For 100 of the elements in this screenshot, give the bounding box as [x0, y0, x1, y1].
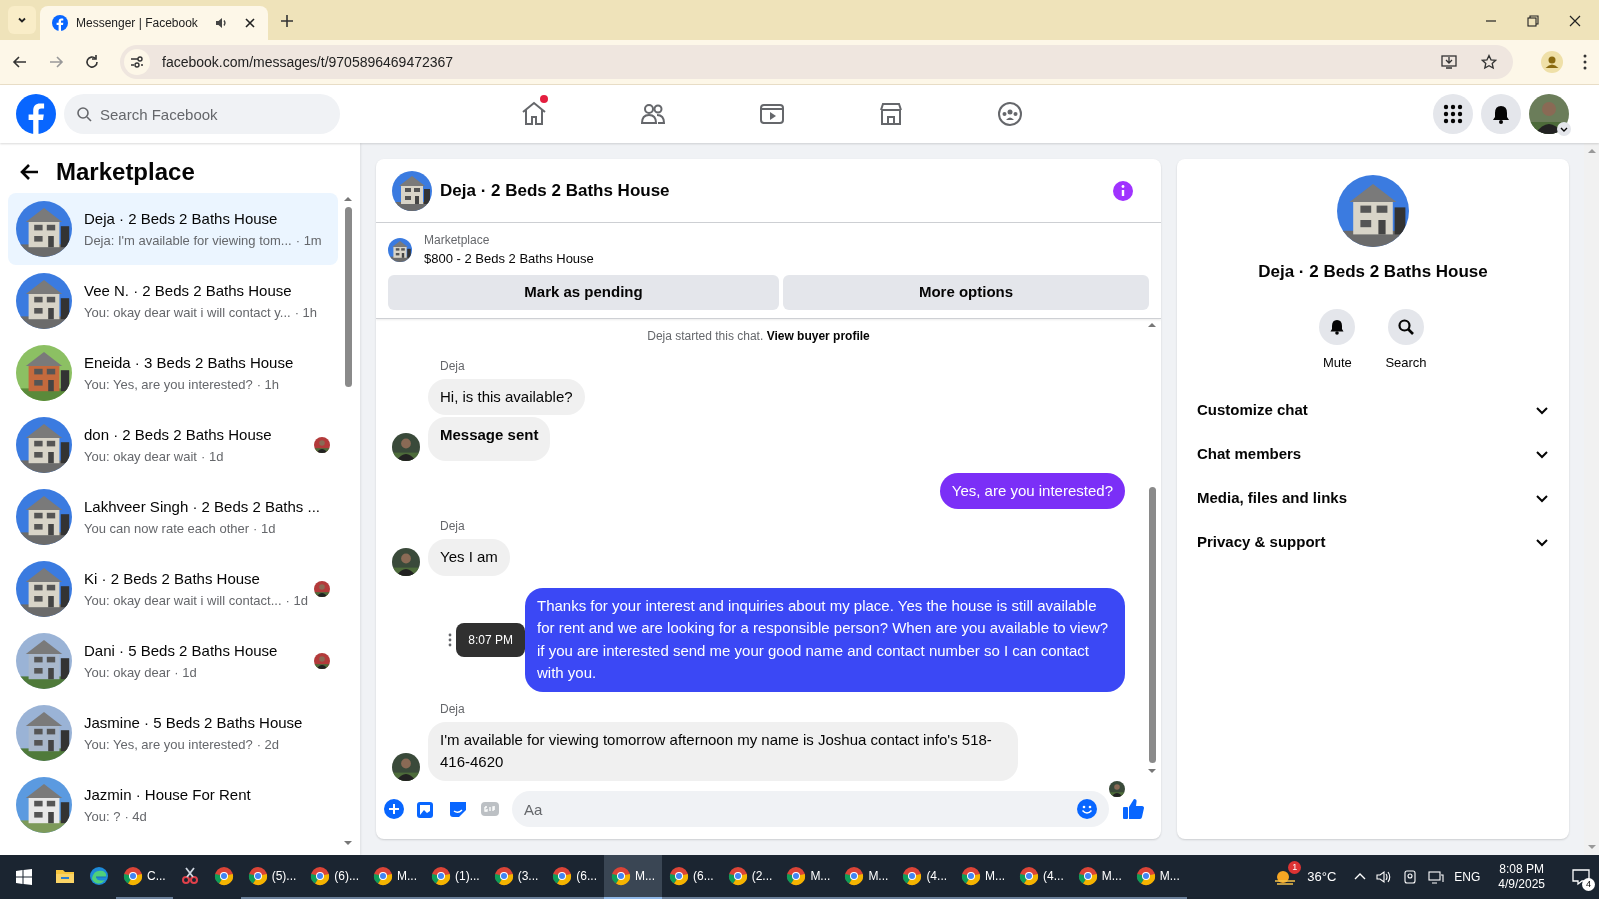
taskbar-button[interactable]: M... [779, 855, 838, 899]
network-icon[interactable] [1428, 869, 1445, 885]
chrome-icon [431, 866, 451, 886]
message-time: · 1d [285, 591, 308, 610]
message-preview: You: okay dear wait i will contact y... [84, 303, 291, 322]
notification-icon[interactable] [1571, 867, 1591, 887]
facebook-logo[interactable] [16, 94, 56, 134]
message-bubble: Yes, are you interested? [939, 472, 1125, 509]
taskbar-button[interactable]: (4... [895, 855, 955, 899]
taskbar-button[interactable]: M... [954, 855, 1013, 899]
taskbar-label: M... [985, 868, 1006, 885]
store-icon[interactable] [877, 100, 905, 128]
sticker-icon[interactable] [448, 799, 468, 819]
conversation-item[interactable]: Deja · 2 Beds 2 Baths House Deja: I'm available for viewing tom... · 1m [8, 193, 338, 265]
mark-pending-button[interactable]: Mark as pending [388, 274, 779, 310]
chrome-icon [373, 866, 393, 886]
scrollbar-thumb[interactable] [1148, 487, 1156, 763]
sender-name: Deja [440, 700, 466, 718]
groups-icon[interactable] [996, 100, 1024, 128]
search-button[interactable] [1388, 308, 1424, 345]
section-header[interactable]: Media, files and links [1193, 476, 1553, 520]
taskbar-button[interactable]: (6... [662, 855, 721, 899]
message-input[interactable]: Aa [512, 791, 1109, 827]
temperature: 36°C [1307, 868, 1337, 887]
forward-icon[interactable] [48, 54, 64, 70]
scroll-down-icon[interactable] [1148, 767, 1156, 775]
chrome-icon [552, 866, 573, 886]
reload-icon[interactable] [84, 54, 100, 70]
install-icon[interactable] [1441, 54, 1457, 70]
mute-button[interactable] [1319, 308, 1356, 345]
speaker-icon[interactable] [1376, 869, 1393, 885]
restore-icon[interactable] [1527, 15, 1539, 27]
taskbar-button[interactable]: (3... [486, 855, 546, 899]
scroll-up-icon[interactable] [1148, 320, 1156, 329]
plus-icon[interactable] [384, 799, 404, 819]
taskbar-button[interactable]: M... [366, 855, 424, 899]
menu-button[interactable] [1433, 94, 1473, 134]
listing-title: $800 - 2 Beds 2 Baths House [424, 250, 594, 268]
scroll-up-icon[interactable] [344, 195, 352, 203]
conversation-title: Ki · 2 Beds 2 Baths House [84, 569, 261, 589]
caret-icon[interactable] [1557, 122, 1571, 136]
info-icon[interactable] [1113, 180, 1133, 201]
taskbar-label: M... [635, 868, 656, 885]
camera-icon[interactable] [1402, 869, 1419, 885]
taskbar-button[interactable]: M... [837, 855, 896, 899]
more-icon[interactable] [448, 632, 453, 647]
taskbar-button[interactable]: M... [1128, 855, 1187, 899]
notification-count: 4 [1582, 878, 1595, 891]
message-preview: You can now rate each other [84, 519, 250, 538]
section-header[interactable]: Privacy & support [1193, 520, 1553, 564]
language-indicator[interactable]: ENG [1454, 868, 1481, 886]
buyer-profile-link[interactable]: View buyer profile [766, 328, 870, 343]
chrome-icon [844, 866, 865, 886]
section-header[interactable]: Chat members [1193, 432, 1553, 476]
message-preview: You: okay dear [84, 663, 171, 682]
close-icon[interactable] [244, 17, 256, 29]
more-options-button[interactable]: More options [783, 274, 1149, 310]
search-icon [1396, 316, 1416, 337]
scrollbar-thumb[interactable] [344, 207, 352, 387]
thumbs-up-icon[interactable] [1121, 797, 1145, 821]
taskbar-button[interactable]: (2... [720, 855, 780, 899]
back-icon[interactable] [12, 54, 28, 70]
facebook-icon [52, 15, 68, 31]
taskbar-button[interactable]: C... [116, 855, 173, 899]
chrome-icon [213, 866, 234, 886]
clock-date: 4/9/2025 [1498, 877, 1545, 892]
taskbar-button[interactable]: (6)... [303, 855, 366, 899]
weather-badge: 1 [1288, 861, 1302, 874]
notifications-button[interactable] [1481, 94, 1521, 134]
edge-icon [89, 866, 109, 886]
browser-tab[interactable]: Messenger | Facebook [40, 6, 268, 40]
chrome-icon [669, 866, 690, 886]
site-settings-icon[interactable] [129, 54, 145, 70]
taskbar-button[interactable]: M... [1070, 855, 1129, 899]
taskbar-label: (4... [926, 868, 948, 885]
search-field[interactable]: Search Facebook [64, 94, 340, 134]
profile-icon[interactable] [1541, 51, 1563, 73]
image-icon[interactable] [416, 799, 436, 819]
taskbar-button[interactable]: M... [604, 855, 663, 899]
message-time: · 1d [174, 663, 197, 682]
scroll-down-icon[interactable] [344, 839, 352, 847]
taskbar-button[interactable]: (4... [1012, 855, 1071, 899]
section-label: Chat members [1197, 443, 1302, 464]
taskbar-button[interactable]: (5)... [240, 855, 304, 899]
message-bubble: Yes I am [428, 539, 510, 576]
menu-icon[interactable] [1583, 54, 1587, 70]
taskbar-label: M... [810, 868, 831, 885]
home-icon[interactable] [520, 100, 548, 128]
clock-time: 8:08 PM [1499, 862, 1544, 877]
taskbar-label: M... [868, 868, 889, 885]
address-bar[interactable]: facebook.com/messages/t/9705896469472367 [120, 45, 1513, 79]
star-icon[interactable] [1481, 54, 1497, 70]
message-preview: You: okay dear wait [84, 447, 197, 466]
taskbar-button[interactable]: (1)... [424, 855, 487, 899]
windows-icon[interactable] [16, 869, 32, 885]
close-icon[interactable] [1569, 15, 1581, 27]
back-arrow-icon[interactable] [20, 162, 40, 182]
new-tab-icon[interactable] [280, 14, 294, 28]
section-header[interactable]: Customize chat [1193, 388, 1553, 432]
emoji-icon[interactable] [1077, 799, 1097, 819]
